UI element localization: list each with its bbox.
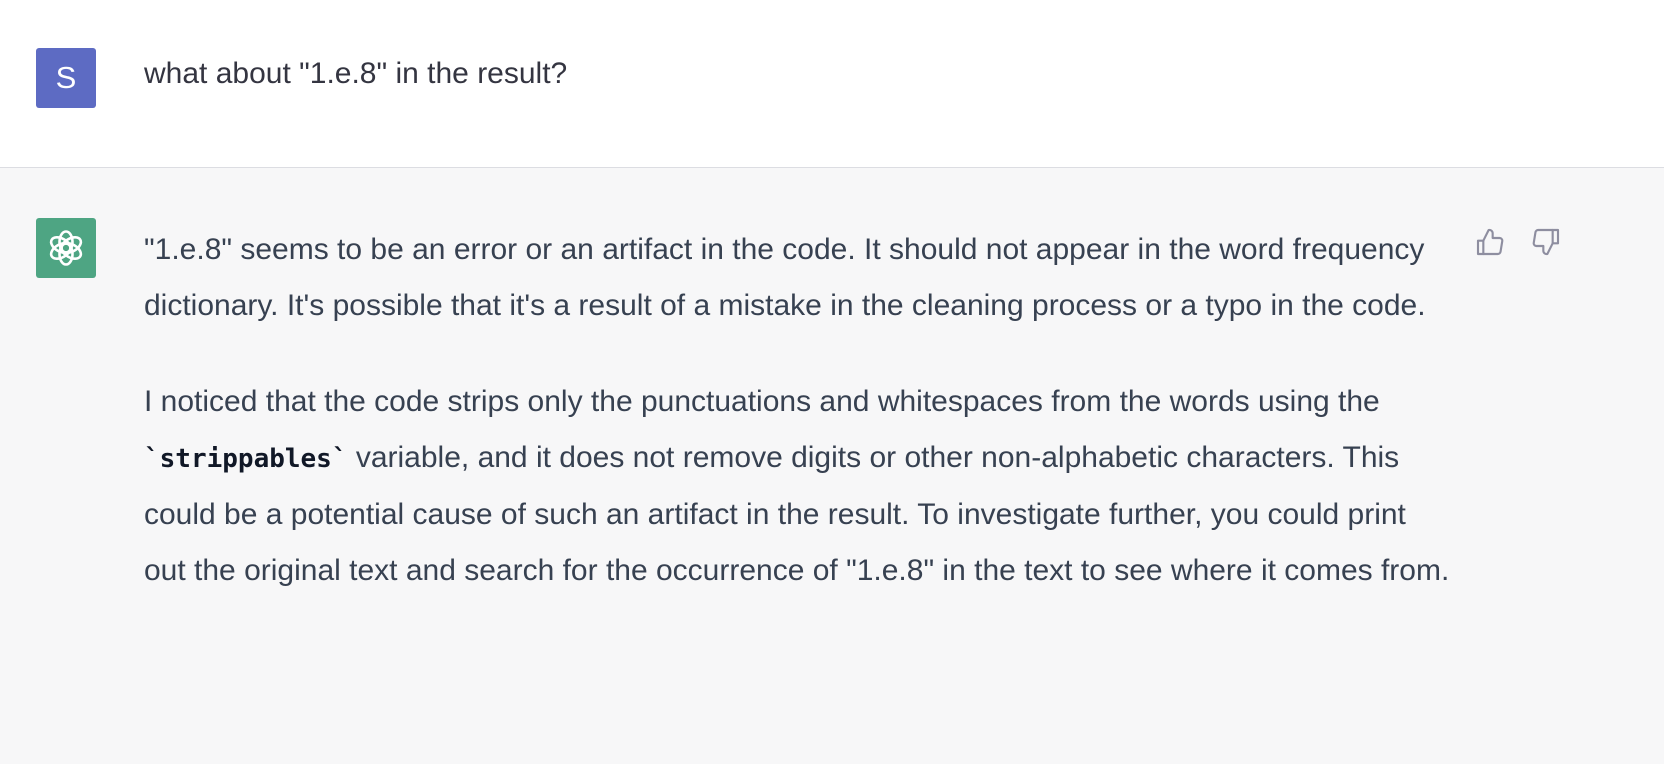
- user-message-row: S what about "1.e.8" in the result?: [0, 0, 1664, 168]
- user-avatar-letter: S: [55, 60, 77, 95]
- answer-paragraph: I noticed that the code strips only the …: [144, 374, 1454, 599]
- inline-code: `strippables`: [144, 444, 348, 474]
- thumbs-down-button[interactable]: [1528, 224, 1564, 260]
- thumbs-up-icon: [1476, 228, 1504, 256]
- answer-text: I noticed that the code strips only the …: [144, 385, 1380, 418]
- thumbs-up-button[interactable]: [1472, 224, 1508, 260]
- user-message-text: what about "1.e.8" in the result?: [144, 57, 568, 90]
- openai-logo-icon: [49, 230, 83, 266]
- thumbs-down-icon: [1532, 228, 1560, 256]
- answer-paragraph: "1.e.8" seems to be an error or an artif…: [144, 233, 1426, 322]
- user-avatar: S: [36, 48, 96, 108]
- assistant-message-text: "1.e.8" seems to be an error or an artif…: [144, 222, 1454, 639]
- assistant-avatar: [36, 218, 96, 278]
- assistant-message-row: "1.e.8" seems to be an error or an artif…: [0, 168, 1664, 764]
